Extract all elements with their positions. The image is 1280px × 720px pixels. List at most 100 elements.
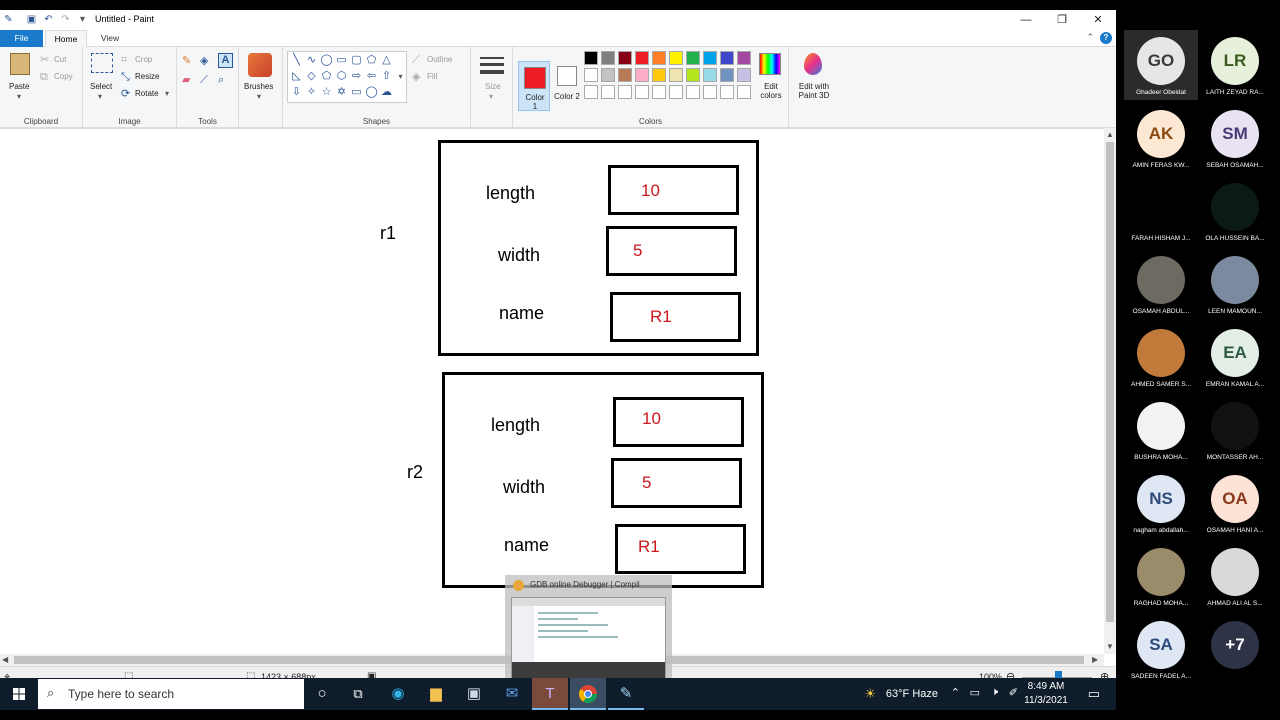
redo-icon[interactable]: ↷: [59, 13, 72, 26]
tab-view[interactable]: View: [90, 30, 130, 47]
color2-swatch[interactable]: [557, 66, 577, 86]
vertical-scrollbar[interactable]: ▲ ▼: [1104, 128, 1116, 654]
down-arrow-shape-icon[interactable]: ⇩: [290, 86, 303, 99]
size-icon[interactable]: [480, 70, 504, 74]
fill-button[interactable]: Fill: [427, 72, 437, 81]
palette-swatch[interactable]: [669, 85, 683, 99]
microsoft-store-icon[interactable]: ▣: [456, 678, 492, 710]
paint-taskbar-icon[interactable]: ✎: [608, 678, 644, 710]
paste-dropdown-icon[interactable]: ▾: [17, 92, 21, 101]
four-point-star-shape-icon[interactable]: ✧: [305, 86, 318, 99]
taskbar-window-preview[interactable]: GDB online Debugger | Compil: [505, 575, 672, 688]
triangle-shape-icon[interactable]: △: [380, 54, 393, 67]
color-picker-icon[interactable]: ⟋: [200, 74, 208, 86]
vertical-scroll-thumb[interactable]: [1106, 142, 1114, 622]
brushes-button[interactable]: Brushes: [244, 82, 273, 91]
edit-with-paint3d-button[interactable]: Edit with Paint 3D: [791, 82, 837, 100]
clock-date[interactable]: 11/3/2021: [1020, 695, 1072, 706]
participant-tile[interactable]: OLA HUSSEIN BA...: [1198, 176, 1272, 246]
size-dropdown-icon[interactable]: ▾: [489, 92, 493, 101]
palette-swatch[interactable]: [720, 51, 734, 65]
tab-file[interactable]: File: [0, 30, 43, 47]
task-view-icon[interactable]: ⧉: [340, 678, 376, 710]
rotate-button[interactable]: Rotate: [135, 89, 159, 98]
cloud-callout-shape-icon[interactable]: ☁: [380, 86, 393, 99]
participant-tile[interactable]: GO Ghadeer Obeidat: [1124, 30, 1198, 100]
minimize-button[interactable]: —: [1008, 10, 1044, 30]
palette-swatch[interactable]: [737, 68, 751, 82]
six-point-star-shape-icon[interactable]: ✡: [335, 86, 348, 99]
participant-tile[interactable]: AHMAD ALI AL S...: [1198, 541, 1272, 611]
color2-label[interactable]: Color 2: [553, 92, 581, 101]
crop-button[interactable]: Crop: [135, 55, 152, 64]
palette-swatch[interactable]: [669, 51, 683, 65]
palette-swatch[interactable]: [703, 51, 717, 65]
edge-icon[interactable]: ◉: [380, 678, 416, 710]
participant-tile[interactable]: AHMED SAMER S...: [1124, 322, 1198, 392]
palette-swatch[interactable]: [652, 68, 666, 82]
rotate-dropdown-icon[interactable]: ▾: [165, 89, 169, 98]
palette-swatch[interactable]: [686, 51, 700, 65]
pencil-icon[interactable]: ✎: [182, 55, 191, 67]
palette-swatch[interactable]: [737, 85, 751, 99]
maximize-button[interactable]: ❐: [1044, 10, 1080, 30]
select-dropdown-icon[interactable]: ▾: [98, 92, 102, 101]
taskbar-search-box[interactable]: ⌕ Type here to search: [38, 679, 304, 709]
palette-swatch[interactable]: [652, 85, 666, 99]
network-icon[interactable]: ▭: [970, 686, 980, 699]
left-arrow-shape-icon[interactable]: ⇦: [365, 70, 378, 83]
palette-swatch[interactable]: [601, 68, 615, 82]
customize-quick-access-icon[interactable]: ▾: [76, 13, 89, 26]
participant-tile[interactable]: NS nagham abdallah...: [1124, 468, 1198, 538]
paste-icon[interactable]: [10, 53, 30, 75]
palette-swatch[interactable]: [720, 85, 734, 99]
eraser-icon[interactable]: ▰: [182, 74, 190, 86]
diamond-shape-icon[interactable]: ◇: [305, 70, 318, 83]
palette-swatch[interactable]: [601, 51, 615, 65]
palette-swatch[interactable]: [584, 51, 598, 65]
undo-icon[interactable]: ↶: [42, 13, 55, 26]
palette-swatch[interactable]: [635, 51, 649, 65]
edit-colors-icon[interactable]: [759, 53, 781, 75]
participant-tile[interactable]: LR LAITH ZEYAD RA...: [1198, 30, 1272, 100]
palette-swatch[interactable]: [703, 68, 717, 82]
rectangle-shape-icon[interactable]: ▭: [335, 54, 348, 67]
color1-button[interactable]: Color 1: [518, 61, 550, 111]
text-tool-icon[interactable]: A: [218, 53, 233, 68]
clock-time[interactable]: 8:49 AM: [1020, 681, 1072, 692]
start-button[interactable]: [0, 678, 38, 710]
notifications-icon[interactable]: ▭: [1088, 686, 1100, 702]
palette-swatch[interactable]: [720, 68, 734, 82]
palette-swatch[interactable]: [584, 68, 598, 82]
palette-swatch[interactable]: [652, 51, 666, 65]
scroll-right-icon[interactable]: ▶: [1092, 655, 1098, 664]
participant-tile[interactable]: FARAH HISHAM J...: [1124, 176, 1198, 246]
rounded-rectangle-shape-icon[interactable]: ▢: [350, 54, 363, 67]
palette-swatch[interactable]: [686, 68, 700, 82]
edit-colors-button[interactable]: Edit colors: [756, 82, 786, 100]
scroll-down-icon[interactable]: ▼: [1106, 642, 1114, 651]
hexagon-shape-icon[interactable]: ⬡: [335, 70, 348, 83]
five-point-star-shape-icon[interactable]: ☆: [320, 86, 333, 99]
palette-swatch[interactable]: [618, 68, 632, 82]
line-shape-icon[interactable]: ╲: [290, 54, 303, 67]
cortana-icon[interactable]: ○: [304, 678, 340, 710]
palette-swatch[interactable]: [669, 68, 683, 82]
select-button[interactable]: Select: [90, 82, 112, 91]
participant-tile[interactable]: +7: [1198, 614, 1272, 684]
show-hidden-icons-icon[interactable]: ⌃: [951, 686, 960, 699]
collapse-ribbon-icon[interactable]: ⌃: [1086, 32, 1094, 43]
pentagon-shape-icon[interactable]: ⬠: [320, 70, 333, 83]
polygon-shape-icon[interactable]: ⬠: [365, 54, 378, 67]
select-icon[interactable]: [91, 53, 113, 73]
paste-button[interactable]: Paste: [9, 82, 29, 91]
help-icon[interactable]: ?: [1100, 32, 1112, 44]
participant-tile[interactable]: OSAMAH ABDUL...: [1124, 249, 1198, 319]
palette-swatch[interactable]: [703, 85, 717, 99]
participant-tile[interactable]: AK AMIN FERAS KW...: [1124, 103, 1198, 173]
palette-swatch[interactable]: [737, 51, 751, 65]
chrome-taskbar-icon[interactable]: [570, 678, 606, 710]
outline-button[interactable]: Outline: [427, 55, 452, 64]
file-explorer-icon[interactable]: ▆: [418, 678, 454, 710]
paint3d-icon[interactable]: [804, 53, 822, 75]
